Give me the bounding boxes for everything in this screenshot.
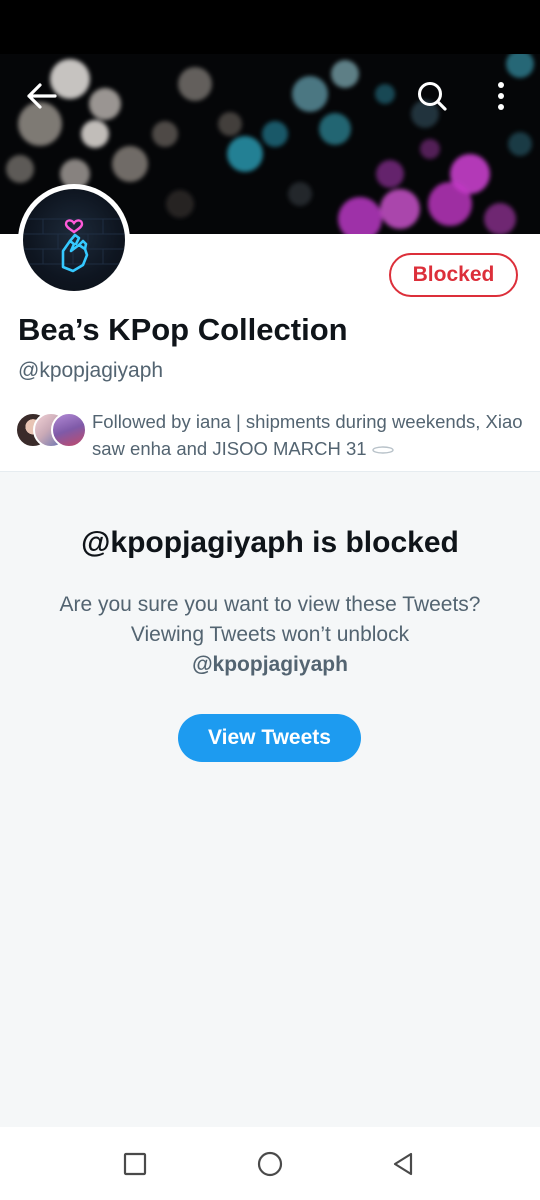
more-vertical-icon bbox=[498, 82, 504, 110]
profile-avatar[interactable] bbox=[18, 184, 130, 296]
circle-icon bbox=[257, 1151, 283, 1177]
halo-emoji-icon bbox=[371, 446, 394, 454]
back-button[interactable] bbox=[18, 72, 66, 120]
blocked-notice-message: Are you sure you want to view these Twee… bbox=[50, 590, 490, 680]
triangle-back-icon bbox=[393, 1152, 413, 1176]
profile-display-name: Bea’s KPop Collection bbox=[18, 312, 348, 347]
heart-finger-neon-icon bbox=[23, 189, 125, 291]
followers-avatars[interactable] bbox=[15, 412, 87, 452]
status-bar bbox=[0, 0, 540, 54]
search-button[interactable] bbox=[408, 72, 456, 120]
arrow-left-icon bbox=[27, 83, 57, 109]
followed-by-label: Followed by iana | shipments during week… bbox=[92, 411, 523, 459]
home-button[interactable] bbox=[250, 1146, 290, 1182]
followed-by-text[interactable]: Followed by iana | shipments during week… bbox=[92, 408, 527, 462]
search-icon bbox=[418, 82, 447, 111]
blocked-message-handle: @kpopjagiyaph bbox=[192, 653, 348, 676]
blocked-button[interactable]: Blocked bbox=[389, 253, 518, 297]
more-options-button[interactable] bbox=[477, 72, 525, 120]
recents-button[interactable] bbox=[115, 1146, 155, 1182]
square-icon bbox=[123, 1152, 147, 1176]
blocked-message-text: Are you sure you want to view these Twee… bbox=[59, 593, 481, 646]
view-tweets-button[interactable]: View Tweets bbox=[178, 714, 361, 762]
blocked-notice-panel bbox=[0, 472, 540, 1127]
blocked-notice-title: @kpopjagiyaph is blocked bbox=[81, 526, 459, 559]
profile-handle: @kpopjagiyaph bbox=[18, 359, 164, 382]
follower-avatar bbox=[51, 412, 87, 448]
system-back-button[interactable] bbox=[383, 1146, 423, 1182]
